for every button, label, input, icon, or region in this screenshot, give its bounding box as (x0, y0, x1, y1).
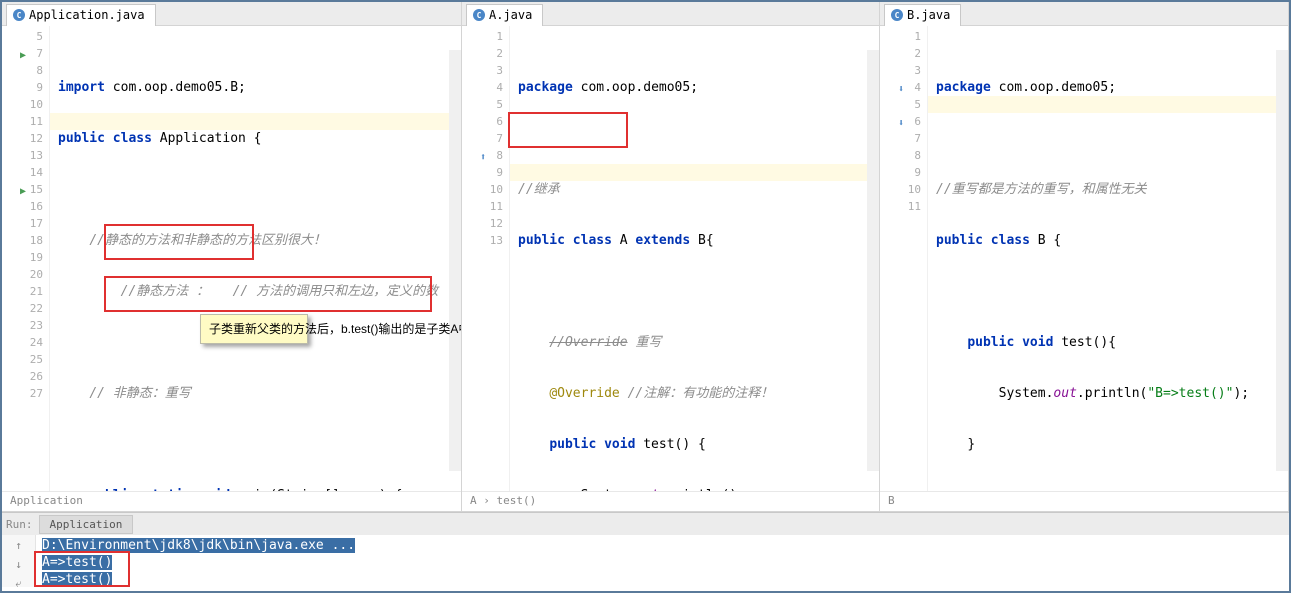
scrollbar[interactable] (449, 50, 461, 471)
code-content[interactable]: package com.oop.demo05; //重写都是方法的重写，和属性无… (928, 26, 1288, 491)
code-content[interactable]: import com.oop.demo05.B; public class Ap… (50, 26, 461, 491)
editor-pane-b: C B.java ⬇ ⬇ 1234567891011 package com.o… (880, 2, 1289, 511)
class-icon: C (13, 9, 25, 21)
class-icon: C (891, 9, 903, 21)
gutter: ⬆ 12345678910111213 (462, 26, 510, 491)
arrow-down-icon[interactable]: ↓ (15, 556, 22, 573)
editors-row: C Application.java ▶ ▶ 57891011121314151… (2, 2, 1289, 512)
tab-bar: C Application.java (2, 2, 461, 26)
breadcrumb[interactable]: A › test() (462, 491, 879, 511)
tab-bar: C A.java (462, 2, 879, 26)
class-icon: C (473, 9, 485, 21)
file-tab-label: A.java (489, 8, 532, 22)
console-body: ↑ ↓ ⤶ D:\Environment\jdk8\jdk\bin\java.e… (2, 535, 1289, 587)
tab-bar: C B.java (880, 2, 1288, 26)
run-console: Run: Application ↑ ↓ ⤶ D:\Environment\jd… (2, 512, 1289, 587)
editor-pane-application: C Application.java ▶ ▶ 57891011121314151… (2, 2, 462, 511)
tooltip-note: 子类重新父类的方法后，b.test()输出的是子类A中的test（） (200, 314, 308, 344)
scrollbar[interactable] (867, 50, 879, 471)
override-down-icon[interactable]: ⬇ (898, 115, 904, 132)
file-tab-label: B.java (907, 8, 950, 22)
override-up-icon[interactable]: ⬆ (480, 149, 486, 166)
highlight-box (508, 112, 628, 148)
console-tabbar: Run: Application (2, 513, 1289, 535)
run-label: Run: (6, 518, 33, 531)
arrow-up-icon[interactable]: ↑ (15, 537, 22, 554)
console-tab[interactable]: Application (39, 515, 134, 534)
code-area[interactable]: ⬆ 12345678910111213 package com.oop.demo… (462, 26, 879, 491)
run-icon[interactable]: ▶ (20, 47, 26, 64)
highlight-box (104, 276, 432, 312)
file-tab-b[interactable]: C B.java (884, 4, 961, 26)
gutter: ⬇ ⬇ 1234567891011 (880, 26, 928, 491)
breadcrumb[interactable]: B (880, 491, 1288, 511)
gutter: ▶ ▶ 578910111213141516171819202122232425… (2, 26, 50, 491)
override-down-icon[interactable]: ⬇ (898, 81, 904, 98)
highlight-box (104, 224, 254, 260)
run-icon[interactable]: ▶ (20, 183, 26, 200)
console-gutter: ↑ ↓ ⤶ (2, 535, 36, 587)
console-output[interactable]: D:\Environment\jdk8\jdk\bin\java.exe ...… (36, 535, 1289, 587)
soft-wrap-icon[interactable]: ⤶ (15, 575, 21, 592)
code-area[interactable]: ▶ ▶ 578910111213141516171819202122232425… (2, 26, 461, 491)
code-area[interactable]: ⬇ ⬇ 1234567891011 package com.oop.demo05… (880, 26, 1288, 491)
highlight-box (34, 551, 130, 587)
file-tab-application[interactable]: C Application.java (6, 4, 156, 26)
file-tab-label: Application.java (29, 8, 145, 22)
file-tab-a[interactable]: C A.java (466, 4, 543, 26)
breadcrumb[interactable]: Application (2, 491, 461, 511)
scrollbar[interactable] (1276, 50, 1288, 471)
editor-pane-a: C A.java ⬆ 12345678910111213 package com… (462, 2, 880, 511)
code-content[interactable]: package com.oop.demo05; //继承 public clas… (510, 26, 879, 491)
